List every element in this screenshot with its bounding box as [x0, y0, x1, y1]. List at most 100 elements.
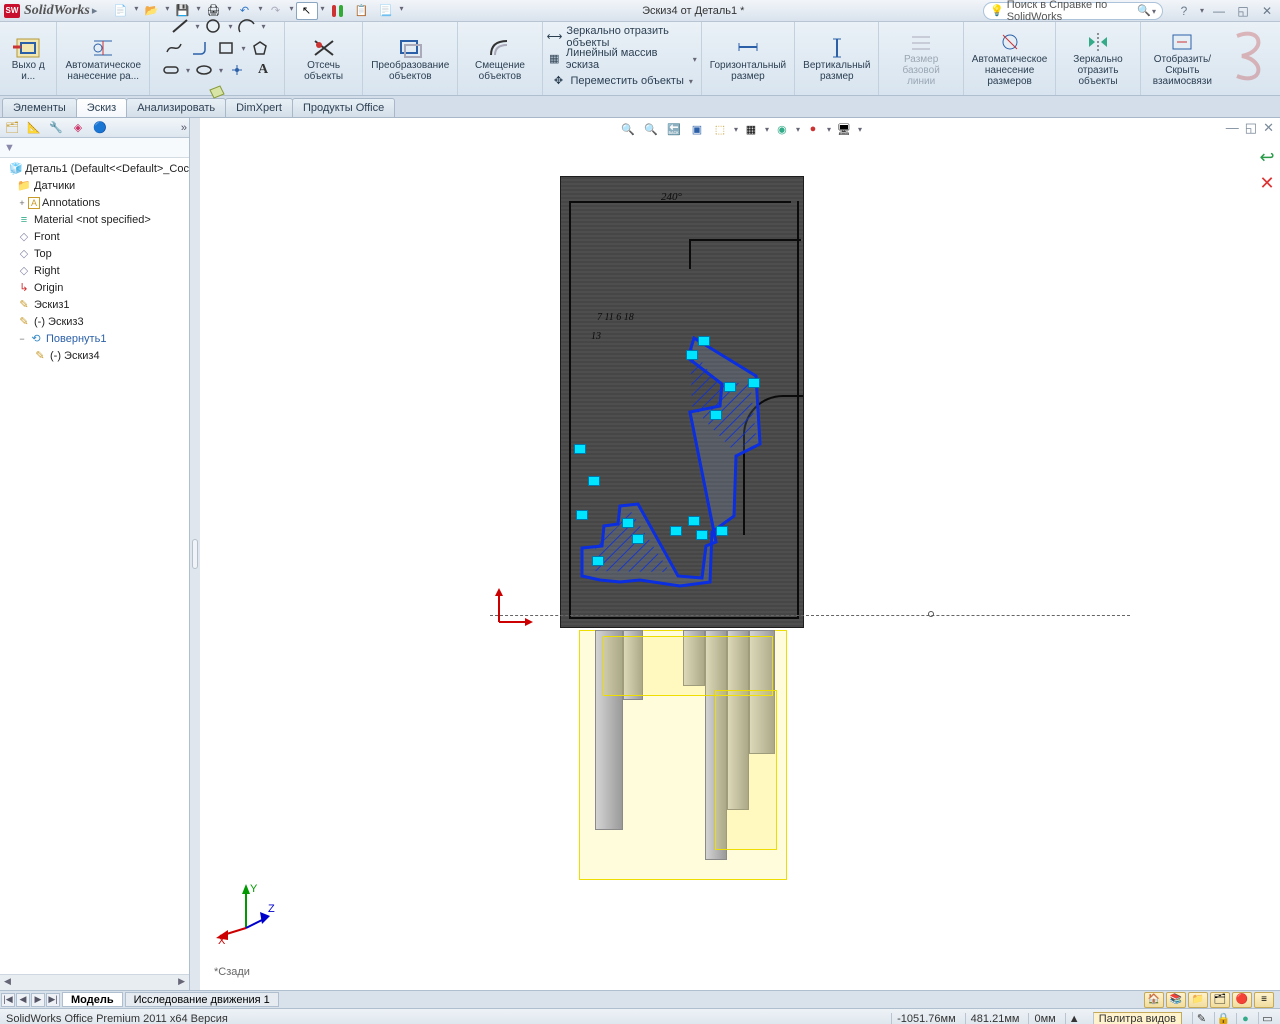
scene-icon[interactable]: ● — [803, 120, 823, 138]
close-button[interactable]: ✕ — [1258, 4, 1276, 18]
sketch-relation-icon[interactable] — [574, 444, 586, 454]
splitter[interactable] — [190, 118, 200, 990]
redo-dropdown[interactable] — [288, 2, 293, 20]
taskpane-appearances-icon[interactable]: 🔴 — [1232, 992, 1252, 1008]
mirror-entities-button[interactable]: ⟷Зеркально отразить объекты — [547, 26, 697, 48]
options-icon[interactable]: 📋 — [351, 2, 373, 20]
auto-dim2-button[interactable]: Автоматическое нанесение размеров — [970, 28, 1050, 89]
rect-tool-icon[interactable] — [214, 38, 238, 58]
sketch-relation-icon[interactable] — [670, 526, 682, 536]
property-manager-tab-icon[interactable]: 📐 — [24, 120, 44, 136]
redo-icon[interactable]: ↷ — [264, 2, 286, 20]
text-tool-icon[interactable]: A — [251, 60, 275, 80]
tab-last-icon[interactable]: ▶| — [46, 993, 60, 1007]
status-units-icon[interactable]: ▲ — [1065, 1013, 1083, 1024]
taskpane-home-icon[interactable]: 🏠 — [1144, 992, 1164, 1008]
sketch-relation-icon[interactable] — [688, 516, 700, 526]
smart-dimension-button[interactable]: Автоматическое нанесение ра... — [63, 34, 143, 84]
sketch-relation-icon[interactable] — [698, 336, 710, 346]
point-tool-icon[interactable] — [225, 60, 249, 80]
graphics-viewport[interactable]: 🔍 🔍 🔙 ▣ ⬚ ▦ ◉ ● 🖥 — ◱ ✕ ↩ ✕ 240° 7 11 6 … — [200, 118, 1280, 990]
spline-tool-icon[interactable] — [162, 38, 186, 58]
move-entities-button[interactable]: ✥Переместить объекты — [551, 70, 693, 92]
save-dropdown[interactable] — [195, 2, 200, 20]
convert-button[interactable]: Преобразование объектов — [369, 34, 451, 84]
tab-motion-study[interactable]: Исследование движения 1 — [125, 992, 279, 1007]
prev-view-icon[interactable]: 🔙 — [664, 120, 684, 138]
dimxpert-tab-icon[interactable]: ◈ — [68, 120, 88, 136]
sketch-relation-icon[interactable] — [622, 518, 634, 528]
hide-show-dd[interactable] — [795, 123, 800, 135]
taskpane-custom-icon[interactable]: ≡ — [1254, 992, 1274, 1008]
tab-next-icon[interactable]: ▶ — [31, 993, 45, 1007]
doc-minimize-icon[interactable]: — — [1226, 120, 1239, 136]
sketch-relation-icon[interactable] — [686, 350, 698, 360]
tree-sensors[interactable]: 📁Датчики — [0, 177, 189, 194]
zoom-fit-icon[interactable]: 🔍 — [618, 120, 638, 138]
properties-icon[interactable]: 📃 — [375, 2, 397, 20]
new-dropdown[interactable] — [133, 2, 138, 20]
view-settings-icon[interactable]: 🖥 — [834, 120, 854, 138]
ellipse-tool-icon[interactable] — [192, 60, 216, 80]
help-button[interactable]: ? — [1175, 4, 1193, 18]
search-icon[interactable]: 🔍 — [1137, 4, 1151, 17]
tree-origin[interactable]: ↳Origin — [0, 279, 189, 296]
slot-tool-icon[interactable] — [159, 60, 183, 80]
arc-dropdown[interactable] — [261, 20, 266, 32]
sketch-relation-icon[interactable] — [748, 378, 760, 388]
minimize-button[interactable]: — — [1210, 4, 1228, 18]
tree-sketch1[interactable]: ✎Эскиз1 — [0, 296, 189, 313]
sketch-relation-icon[interactable] — [632, 534, 644, 544]
tab-dimxpert[interactable]: DimXpert — [225, 98, 293, 117]
doc-restore-icon[interactable]: ◱ — [1245, 120, 1257, 136]
status-options-icon[interactable]: ▭ — [1258, 1012, 1276, 1024]
tree-sketch3[interactable]: ✎(-) Эскиз3 — [0, 313, 189, 330]
tree-root[interactable]: 🧊Деталь1 (Default<<Default>_Сос — [0, 160, 189, 177]
tree-right-plane[interactable]: ◇Right — [0, 262, 189, 279]
status-view-palette[interactable]: Палитра видов — [1093, 1012, 1182, 1024]
collapse-panel-icon[interactable]: » — [181, 122, 187, 134]
doc-close-icon[interactable]: ✕ — [1263, 120, 1274, 136]
status-edit-icon[interactable]: ✎ — [1192, 1012, 1210, 1024]
horizontal-dim-button[interactable]: Горизонтальный размер — [708, 34, 788, 84]
filter-icon[interactable]: ▼ — [4, 142, 15, 154]
taskpane-explorer-icon[interactable]: 📁 — [1188, 992, 1208, 1008]
show-hide-relations-button[interactable]: Отобразить/Скрыть взаимосвязи — [1147, 28, 1218, 89]
taskpane-library-icon[interactable]: 📚 — [1166, 992, 1186, 1008]
configuration-tab-icon[interactable]: 🔧 — [46, 120, 66, 136]
display-tab-icon[interactable]: 🔵 — [90, 120, 110, 136]
status-lock-icon[interactable]: 🔒 — [1214, 1012, 1232, 1024]
tree-sketch4[interactable]: ✎(-) Эскиз4 — [0, 347, 189, 364]
menu-chevron-icon[interactable]: ▸ — [92, 4, 98, 17]
help-search-input[interactable]: 💡 Поиск в Справке по SolidWorks 🔍 — [983, 2, 1163, 20]
rebuild-icon[interactable] — [327, 2, 349, 20]
sketch-relation-icon[interactable] — [592, 556, 604, 566]
display-style-dd[interactable] — [764, 123, 769, 135]
status-rebuild-icon[interactable]: ● — [1236, 1013, 1254, 1024]
zoom-area-icon[interactable]: 🔍 — [641, 120, 661, 138]
tab-office[interactable]: Продукты Office — [292, 98, 395, 117]
tree-revolve[interactable]: −⟲Повернуть1 — [0, 330, 189, 347]
fillet-tool-icon[interactable] — [188, 38, 212, 58]
sketch-relation-icon[interactable] — [576, 510, 588, 520]
sketch-relation-icon[interactable] — [716, 526, 728, 536]
sketch-cancel-icon[interactable]: ✕ — [1256, 172, 1278, 194]
sketch-confirm-icon[interactable]: ↩ — [1256, 146, 1278, 168]
tab-first-icon[interactable]: |◀ — [1, 993, 15, 1007]
maximize-button[interactable]: ◱ — [1234, 4, 1252, 18]
linear-pattern-button[interactable]: ▦Линейный массив эскиза — [547, 48, 697, 70]
ellipse-dropdown[interactable] — [218, 64, 223, 76]
tree-material[interactable]: ≡Material <not specified> — [0, 211, 189, 228]
sketch-relation-icon[interactable] — [588, 476, 600, 486]
mirror2-button[interactable]: Зеркально отразить объекты — [1062, 28, 1133, 89]
tree-nav-left-icon[interactable]: ◀ — [0, 975, 15, 990]
polygon-tool-icon[interactable] — [248, 38, 272, 58]
select-icon[interactable]: ↖ — [296, 2, 318, 20]
trim-button[interactable]: Отсечь объекты — [291, 34, 356, 84]
plane-tool-icon[interactable] — [205, 82, 229, 102]
taskpane-views-icon[interactable]: 🗂 — [1210, 992, 1230, 1008]
scene-dd[interactable] — [826, 123, 831, 135]
view-orientation-dd[interactable] — [733, 123, 738, 135]
feature-tree-tab-icon[interactable]: 🗂 — [2, 120, 22, 136]
view-settings-dd[interactable] — [857, 123, 862, 135]
